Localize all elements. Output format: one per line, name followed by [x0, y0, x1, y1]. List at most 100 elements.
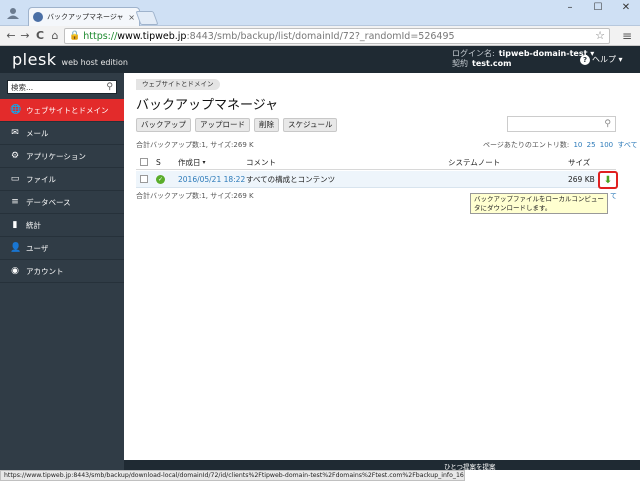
perpage-25[interactable]: 25: [587, 141, 596, 149]
sidebar-nav: 🌐 ウェブサイトとドメイン ✉ メール ⚙ アプリケーション ▭ ファイル ≡ …: [0, 99, 124, 283]
sidebar-item-label: アプリケーション: [26, 151, 86, 161]
list-summary: 合計バックアップ数:1, サイズ:269 K: [136, 141, 254, 149]
plesk-footer: ひとつ提案を提案: [124, 460, 640, 471]
entries-per-page: ページあたりのエントリ数: 10 25 100 すべて: [483, 140, 638, 150]
backup-date-link[interactable]: 2016/05/21 18:22: [178, 175, 245, 184]
contract-value[interactable]: test.com: [472, 59, 511, 68]
sidebar-item-applications[interactable]: ⚙ アプリケーション: [0, 145, 124, 168]
search-icon[interactable]: ⚲: [604, 119, 611, 129]
browser-menu-icon[interactable]: ≡: [620, 29, 634, 43]
sidebar-item-files[interactable]: ▭ ファイル: [0, 168, 124, 191]
help-menu[interactable]: ? ヘルプ ▾: [580, 54, 623, 65]
column-size[interactable]: サイズ: [568, 155, 590, 169]
contract-label: 契約: [452, 59, 468, 68]
download-icon: ⬇: [603, 174, 613, 186]
perpage-100[interactable]: 100: [600, 141, 613, 149]
folder-icon: ▭: [10, 174, 20, 184]
browser-toolbar: ← → C ⌂ 🔒 https:// www.tipweb.jp :8443/s…: [0, 26, 640, 46]
sidebar-item-mail[interactable]: ✉ メール: [0, 122, 124, 145]
browser-status-bar: https://www.tipweb.jp:8443/smb/backup/do…: [0, 470, 465, 481]
plesk-logo[interactable]: plesk web host edition: [12, 50, 128, 69]
help-icon: ?: [580, 54, 590, 65]
home-icon[interactable]: ⌂: [48, 29, 62, 43]
gear-icon: ⚙: [10, 151, 20, 161]
perpage-10[interactable]: 10: [573, 141, 582, 149]
sidebar: 検索... ⚲ 🌐 ウェブサイトとドメイン ✉ メール ⚙ アプリケーション ▭…: [0, 73, 124, 470]
column-comment[interactable]: コメント: [246, 155, 276, 169]
sidebar-item-label: 統計: [26, 220, 41, 230]
sidebar-item-databases[interactable]: ≡ データベース: [0, 191, 124, 214]
favicon-icon: [33, 12, 43, 22]
url-host: www.tipweb.jp: [117, 30, 187, 42]
sidebar-item-statistics[interactable]: ▮ 統計: [0, 214, 124, 237]
sidebar-item-label: データベース: [26, 197, 71, 207]
schedule-button[interactable]: スケジュール: [283, 118, 338, 132]
browser-user-icon[interactable]: [6, 6, 20, 20]
perpage-all[interactable]: すべて: [617, 141, 637, 149]
url-scheme: https://: [83, 30, 118, 42]
database-icon: ≡: [11, 197, 19, 207]
new-tab-button[interactable]: [135, 11, 159, 25]
globe-icon: 🌐: [10, 105, 22, 115]
tab-title: バックアップマネージャ - Plesk: [47, 13, 124, 21]
forward-icon[interactable]: →: [18, 29, 32, 43]
edition-text: web host edition: [61, 58, 128, 67]
page-title: バックアップマネージャ: [136, 98, 279, 113]
sidebar-item-label: ファイル: [26, 174, 56, 184]
download-button[interactable]: ⬇: [598, 171, 618, 189]
maximize-button[interactable]: ☐: [588, 2, 608, 16]
account-icon: ◉: [11, 266, 19, 276]
url-path: :8443/smb/backup/list/domainId/72?_rando…: [186, 30, 455, 42]
backup-button[interactable]: バックアップ: [136, 118, 191, 132]
browser-tab[interactable]: バックアップマネージャ - Plesk ×: [28, 7, 140, 26]
lock-icon: 🔒: [69, 31, 81, 41]
sidebar-item-users[interactable]: 👤 ユーザ: [0, 237, 124, 260]
success-icon: ✓: [156, 174, 165, 184]
search-placeholder: 検索...: [11, 82, 34, 92]
tab-close-icon[interactable]: ×: [128, 13, 135, 22]
user-icon: 👤: [10, 243, 22, 253]
sidebar-item-label: ウェブサイトとドメイン: [26, 105, 109, 115]
back-icon[interactable]: ←: [4, 29, 18, 43]
sidebar-item-label: ユーザ: [26, 243, 49, 253]
upload-button[interactable]: アップロード: [195, 118, 250, 132]
table-header: S 作成日 ▾ コメント システムノート サイズ: [136, 155, 616, 170]
logo-text: plesk: [12, 50, 57, 69]
main-content: ウェブサイトとドメイン バックアップマネージャ バックアップ アップロード 削除…: [124, 73, 640, 470]
backup-size: 269 KB: [568, 174, 595, 184]
breadcrumb[interactable]: ウェブサイトとドメイン: [136, 79, 220, 90]
download-tooltip: バックアップファイルをローカルコンピュータにダウンロードします。: [470, 193, 608, 214]
row-checkbox[interactable]: [140, 175, 148, 183]
table-row[interactable]: ✓ 2016/05/21 18:22 すべての構成とコンテンツ 269 KB: [136, 171, 616, 188]
sidebar-item-account[interactable]: ◉ アカウント: [0, 260, 124, 283]
select-all-checkbox[interactable]: [140, 158, 148, 166]
perpage-label: ページあたりのエントリ数:: [483, 141, 570, 149]
search-icon[interactable]: ⚲: [106, 82, 113, 92]
toolbar: バックアップ アップロード 削除 スケジュール: [136, 118, 338, 132]
sidebar-item-websites-domains[interactable]: 🌐 ウェブサイトとドメイン: [0, 99, 124, 122]
browser-tab-bar: バックアップマネージャ - Plesk × – ☐ ✕: [0, 0, 640, 26]
plesk-header: plesk web host edition ログイン名: tipweb-doma…: [0, 46, 640, 73]
perpage-tail[interactable]: て: [610, 191, 617, 201]
backup-comment: すべての構成とコンテンツ: [246, 174, 336, 184]
reload-icon[interactable]: C: [33, 29, 47, 43]
sidebar-item-label: アカウント: [26, 266, 64, 276]
help-label: ヘルプ ▾: [592, 55, 623, 64]
close-window-button[interactable]: ✕: [616, 2, 636, 16]
minimize-button[interactable]: –: [560, 2, 580, 16]
column-status[interactable]: S: [156, 155, 161, 169]
delete-button[interactable]: 削除: [254, 118, 279, 132]
list-summary-bottom: 合計バックアップ数:1, サイズ:269 K: [136, 192, 254, 200]
column-created-label: 作成日: [178, 157, 201, 167]
sidebar-search-input[interactable]: 検索... ⚲: [7, 80, 117, 94]
column-system-note[interactable]: システムノート: [448, 155, 500, 169]
mail-icon: ✉: [11, 128, 19, 138]
sort-desc-icon: ▾: [202, 158, 206, 166]
list-search-input[interactable]: ⚲: [507, 116, 616, 132]
account-info: ログイン名: tipweb-domain-test ▾ 契約 test.com: [452, 49, 594, 69]
sidebar-item-label: メール: [26, 128, 49, 138]
chart-icon: ▮: [12, 220, 18, 230]
address-bar[interactable]: 🔒 https:// www.tipweb.jp :8443/smb/backu…: [64, 28, 610, 44]
column-created[interactable]: 作成日 ▾: [178, 155, 206, 169]
bookmark-star-icon[interactable]: ☆: [595, 29, 605, 42]
